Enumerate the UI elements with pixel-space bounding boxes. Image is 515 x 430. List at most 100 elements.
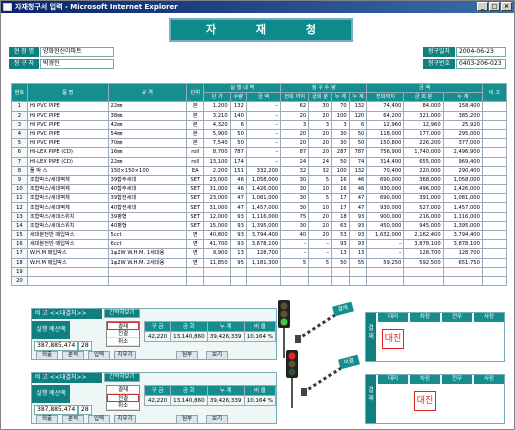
panel-2-review-button[interactable]: 심부 bbox=[176, 415, 198, 424]
table-row[interactable]: 20 bbox=[11, 275, 508, 287]
table-cell: 84,000 bbox=[403, 101, 444, 112]
col-no: 번호 bbox=[11, 82, 28, 103]
table-cell bbox=[481, 202, 508, 213]
approve-item[interactable]: 결재 bbox=[107, 322, 139, 330]
table-row[interactable]: 17 W.H.M 매입박스 1φ2W W.H.M. 1세대용 면 9,900 13 128,… bbox=[11, 248, 508, 259]
table-row[interactable]: 1 HI PVC PIPE 22㎜ 본 1,200 132–62 30 70 132 74,400… bbox=[11, 101, 508, 112]
minimize-button[interactable]: _ bbox=[477, 2, 488, 11]
table-row[interactable]: 13 조합박스/세대스위치 39평형 SET 12,000 93 1,116,000 75 20… bbox=[11, 211, 508, 222]
panel-2-h0: 구 금 bbox=[143, 385, 172, 396]
table-cell bbox=[481, 229, 508, 241]
cancel-item[interactable]: 취소 bbox=[107, 338, 139, 346]
table-cell: 95 bbox=[229, 257, 247, 268]
table-cell: – bbox=[245, 156, 282, 167]
table-cell: 3 bbox=[11, 119, 28, 130]
table-cell: – bbox=[245, 147, 282, 158]
col-exec-price: 단 가 bbox=[203, 92, 231, 103]
panel-1-brief-tab[interactable]: 간략히보기 bbox=[104, 309, 140, 318]
table-cell: 100 bbox=[331, 165, 350, 176]
table-cell bbox=[366, 275, 405, 287]
panel-2-input-button[interactable]: 입력 bbox=[88, 415, 110, 424]
table-row[interactable]: 10 조합박스/세대벽체 40합주세대 SET 31,000 46 1,426,000 30 1… bbox=[11, 184, 508, 195]
panel-2-title: 비 고 <<대결처>> bbox=[32, 373, 102, 383]
panel-1-clear-button[interactable]: 지우기 bbox=[114, 351, 136, 360]
table-cell bbox=[481, 275, 508, 287]
table-cell: 18 bbox=[11, 257, 28, 268]
direct-approve-item-2[interactable]: 전결 bbox=[107, 394, 139, 402]
panel-1-title: 비 고 <<대결처>> bbox=[32, 309, 102, 319]
table-cell: 87 bbox=[280, 147, 310, 158]
cancel-item-2[interactable]: 취소 bbox=[107, 402, 139, 410]
table-cell: 321,000 bbox=[403, 110, 444, 121]
table-row[interactable]: 4 HI PVC PIPE 54㎜ 본 5,900 50–20 20 30 50 118,000 1… bbox=[11, 128, 508, 140]
table-row[interactable]: 8풀 박 스 150×150×100 EA 2,200 151 332,200 32 32 10… bbox=[11, 165, 508, 176]
table-cell: 1,116,000 bbox=[442, 211, 483, 222]
table-cell: roll bbox=[186, 156, 205, 167]
table-cell: 1,058,000 bbox=[245, 174, 282, 186]
close-button[interactable]: × bbox=[501, 2, 512, 11]
table-cell: – bbox=[280, 239, 310, 250]
table-row[interactable]: 3 HI PVC PIPE 42㎜ 본 4,320 6–3 3 3 6 12,960 12,960 2… bbox=[11, 119, 508, 130]
table-cell bbox=[481, 211, 508, 222]
table-cell: 332,200 bbox=[245, 165, 282, 176]
panel-1-review-button[interactable]: 심부 bbox=[176, 351, 198, 360]
table-cell: 47 bbox=[229, 202, 247, 213]
table-cell: 39합전세대 bbox=[107, 193, 188, 204]
maximize-button[interactable]: □ bbox=[489, 2, 500, 11]
table-cell bbox=[229, 275, 247, 287]
table-row[interactable]: 5 HI PVC PIPE 70㎜ 본 7,540 50–20 20 30 50 150,800 2… bbox=[11, 138, 508, 149]
panel-1-v0: 42,220 bbox=[143, 331, 172, 342]
table-cell: 24 bbox=[280, 156, 310, 167]
table-cell: 46 bbox=[348, 174, 368, 186]
panel-1-analysis-button[interactable]: 분석 bbox=[62, 351, 84, 360]
table-cell bbox=[331, 266, 350, 277]
table-cell: 1,457,000 bbox=[245, 202, 282, 213]
approve-item-2[interactable]: 결재 bbox=[107, 386, 139, 394]
table-row[interactable]: 11 조합박스/세대벽체 39합전세대 SET 23,000 47 1,081,000 30 5… bbox=[11, 193, 508, 204]
panel-2-view-button[interactable]: 보기 bbox=[206, 415, 228, 424]
panel-1-view-button[interactable]: 보기 bbox=[206, 351, 228, 360]
table-row[interactable]: 16 세대분전반 매입박스 6cct 면 41,700 93 3,878,100– –93 93… bbox=[11, 239, 508, 250]
table-cell: 5,900 bbox=[203, 128, 231, 140]
table-cell: 93 bbox=[348, 220, 368, 232]
table-cell: 23,000 bbox=[203, 193, 231, 204]
table-row[interactable]: 18 W.H.M 매입박스 1φ2W W.H.M. 2세대용 면 11,850 95 1,1… bbox=[11, 257, 508, 268]
table-cell: 16 bbox=[331, 174, 350, 186]
panel-2-clear-button[interactable]: 지우기 bbox=[114, 415, 136, 424]
table-cell: 본 bbox=[186, 138, 205, 149]
table-cell: 24 bbox=[308, 156, 333, 167]
table-cell: 20 bbox=[308, 211, 333, 222]
table-row[interactable]: 9 조합박스/세대벽체 39합주세대 SET 23,000 46 1,058,000 30 5 1… bbox=[11, 174, 508, 186]
table-row[interactable]: 12 조합박스/세대벽체 40합전세대 SET 31,000 47 1,457,000 30 1… bbox=[11, 202, 508, 213]
table-cell bbox=[26, 266, 109, 277]
table-cell bbox=[245, 275, 282, 287]
table-cell: 314,400 bbox=[366, 156, 405, 167]
table-row[interactable]: 15 세대분전반 매입박스 5cct 면 40,800 93 3,794,400 40 20 53… bbox=[11, 229, 508, 241]
requester-field[interactable]: 박경진 bbox=[40, 59, 114, 69]
table-row[interactable]: 19 bbox=[11, 266, 508, 277]
panel-1-input-button[interactable]: 입력 bbox=[88, 351, 110, 360]
table-row[interactable]: 2 HI PVC PIPE 38㎜ 본 3,210 140–20 20 100 120 64,20… bbox=[11, 110, 508, 121]
table-cell: EA bbox=[186, 165, 205, 176]
site-field[interactable]: 양화한신아파트 bbox=[40, 47, 114, 57]
panel-2-v1: 13,140,860 bbox=[170, 395, 208, 406]
table-cell bbox=[203, 275, 231, 287]
table-cell: 1,740,000 bbox=[403, 147, 444, 158]
table-row[interactable]: 14 조합박스/세대스위치 40평형 SET 15,000 93 1,395,000 30 20… bbox=[11, 220, 508, 232]
table-row[interactable]: 7 HI-LEX PIPE (CD) 22㎜ roll 13,100 174–24 24 50… bbox=[11, 156, 508, 167]
direct-approve-item[interactable]: 전결 bbox=[107, 330, 139, 338]
panel-2-brief-tab[interactable]: 간략히보기 bbox=[104, 373, 140, 382]
date-field[interactable]: 2004-06-23 bbox=[456, 47, 506, 57]
col-amt-this: 금 회 분 bbox=[403, 92, 444, 103]
table-row[interactable]: 6 HI-LEX PIPE (CD) 16㎜ roll 8,700 787–87 20 287… bbox=[11, 147, 508, 158]
table-cell: SET bbox=[186, 220, 205, 232]
request-no-field[interactable]: 0403-206-023 bbox=[456, 59, 506, 69]
panel-2-analysis-button[interactable]: 분석 bbox=[62, 415, 84, 424]
table-cell: 120 bbox=[348, 110, 368, 121]
table-cell: 조합박스/세대벽체 bbox=[26, 202, 109, 213]
panel-1-out-button[interactable]: 외출 bbox=[36, 351, 58, 360]
table-cell bbox=[308, 275, 333, 287]
table-cell: 290,400 bbox=[442, 165, 483, 176]
panel-2-out-button[interactable]: 외출 bbox=[36, 415, 58, 424]
table-cell: 32 bbox=[280, 165, 310, 176]
